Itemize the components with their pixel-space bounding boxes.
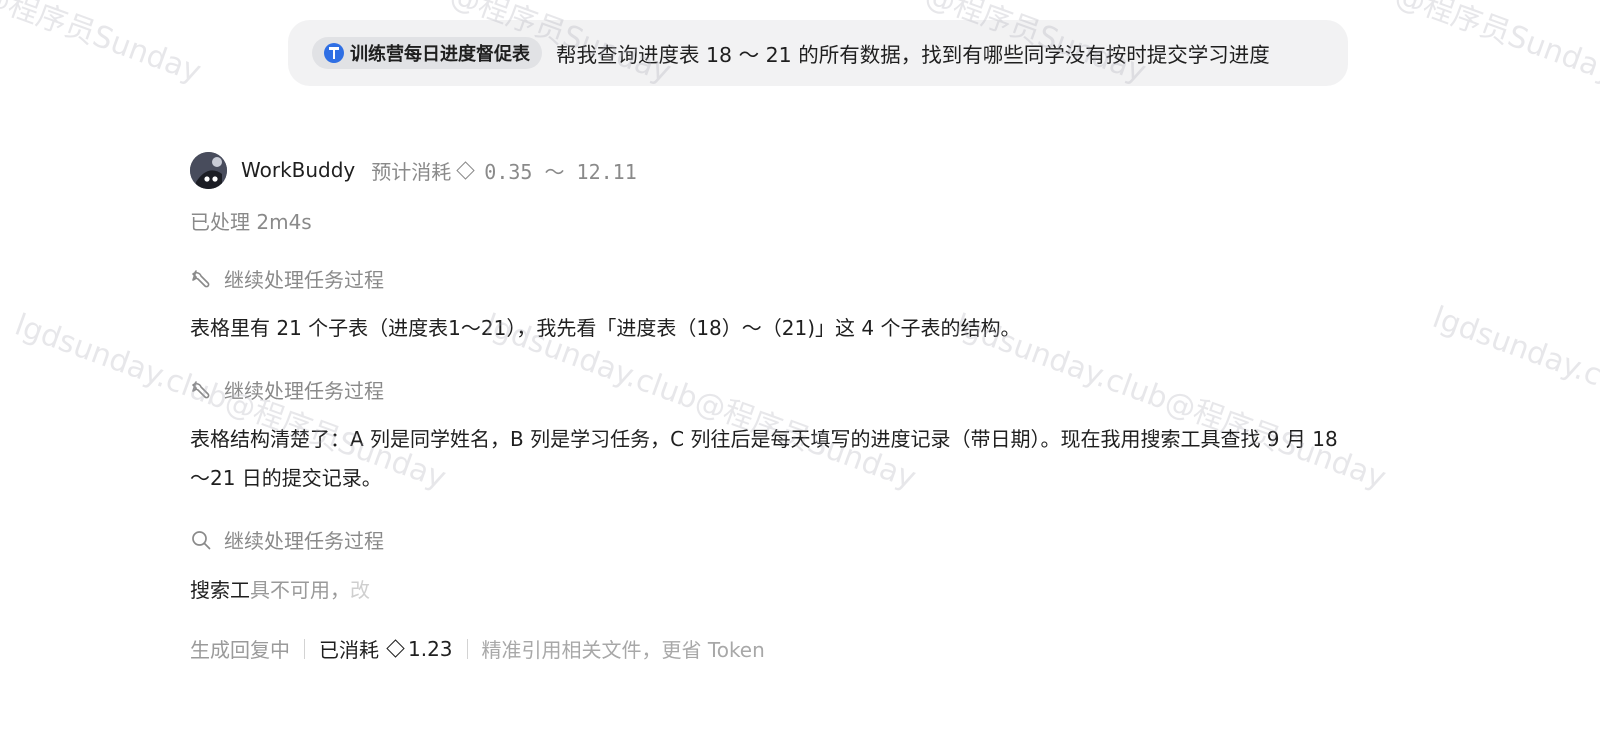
consumed-credits: 已消耗 1.23 — [319, 634, 453, 663]
consumed-value: 1.23 — [408, 636, 453, 661]
consumed-label: 已消耗 — [319, 638, 379, 662]
generation-status-bar: 生成回复中 已消耗 1.23 精准引用相关文件，更省 Token — [190, 634, 765, 663]
bot-name: WorkBuddy — [241, 158, 356, 182]
attached-sheet-tag[interactable]: 训练营每日进度督促表 — [312, 37, 542, 69]
tool-icon — [192, 269, 210, 287]
estimated-cost-range: 0.35 ～ 12.11 — [484, 159, 637, 184]
assistant-paragraph: 表格里有 21 个子表（进度表1～21），我先看「进度表（18）～（21)」这 … — [190, 316, 1021, 340]
watermark: @程序员Sunday — [0, 0, 206, 90]
generating-status: 生成回复中 — [190, 638, 290, 662]
streaming-text-faint: 改 — [350, 578, 370, 602]
streaming-text-solid: 搜索工 — [190, 578, 250, 602]
task-step[interactable]: 继续处理任务过程 — [190, 375, 384, 404]
user-query-text: 帮我查询进度表 18 ～ 21 的所有数据，找到有哪些同学没有按时提交学习进度 — [556, 43, 1270, 67]
tool-icon — [192, 380, 210, 398]
attached-sheet-name: 训练营每日进度督促表 — [350, 44, 530, 65]
watermark: lgdsunday.c — [1428, 300, 1600, 394]
task-step[interactable]: 继续处理任务过程 — [190, 264, 384, 293]
task-step-label: 继续处理任务过程 — [224, 529, 384, 553]
divider — [466, 638, 468, 659]
assistant-header: WorkBuddy 预计消耗 0.35 ～ 12.11 — [190, 151, 637, 189]
streaming-text: 搜索工具不可用，改 — [190, 571, 1350, 610]
task-step-label: 继续处理任务过程 — [224, 379, 384, 403]
task-step[interactable]: 继续处理任务过程 — [190, 525, 384, 554]
processed-duration: 已处理 2m4s — [190, 210, 312, 234]
search-icon — [192, 530, 211, 549]
estimated-cost: 预计消耗 0.35 ～ 12.11 — [371, 156, 636, 185]
watermark: @程序员Sunday — [1390, 0, 1600, 90]
divider — [304, 638, 305, 659]
bot-avatar — [190, 151, 227, 189]
streaming-text-fading: 具不可用， — [250, 578, 350, 602]
credit-diamond-icon — [386, 639, 405, 658]
user-message-bubble: 训练营每日进度督促表 帮我查询进度表 18 ～ 21 的所有数据，找到有哪些同学… — [288, 20, 1348, 86]
sheet-app-icon — [324, 43, 344, 63]
credit-diamond-icon — [456, 160, 475, 180]
task-step-label: 继续处理任务过程 — [224, 268, 384, 292]
assistant-paragraph: 表格结构清楚了：A 列是同学姓名，B 列是学习任务，C 列往后是每天填写的进度记… — [190, 427, 1338, 490]
token-saving-hint: 精准引用相关文件，更省 Token — [481, 638, 765, 662]
estimated-cost-label: 预计消耗 — [371, 159, 452, 184]
